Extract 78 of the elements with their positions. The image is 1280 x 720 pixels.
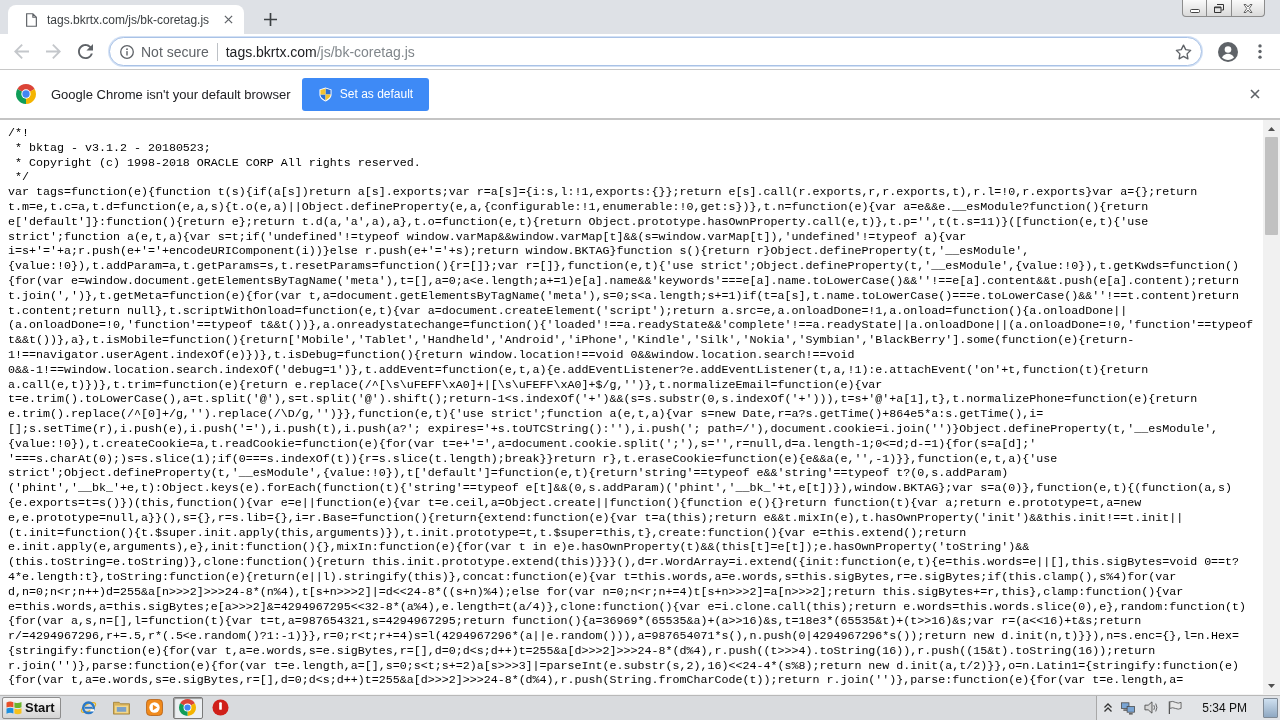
triangle-down-icon — [1268, 683, 1275, 688]
code-line: var tags=function(e){function t(s){if(a[s])return a[s].exports;var r=a[s]={i:s,l:!1,exports:{}};return e[s].call(r.exports,r,r.exports,t),r.l=!0,r.exports}var a={};return — [8, 185, 1198, 200]
code-line: e,e.prototype=null,a}}(),s={},r=s.lib={},i=r.Base=function(){return{extend:function(e){var t=a(this);return e&&t.mixIn(e),t.hasOwnProperty('init')&&this.init!==t.init|| — [8, 510, 1184, 526]
close-icon — [1250, 89, 1260, 99]
minimize-button[interactable] — [1182, 0, 1207, 17]
restore-button[interactable] — [1207, 0, 1232, 17]
code-line: e.init.apply(e,arguments),e},init:function(){},mixIn:function(e){for(var t in e)e.hasOwnProperty(t)&&(this[t]=e[t]);e.hasOwnProperty('toString')&& — [8, 540, 1030, 556]
code-line: 1!==navigator.userAgent.indexOf(e)})},t.isDebug=function(){return window.location!==void 0&&window.location.search!==void — [8, 347, 855, 363]
code-line: t.m=e,t.c=a,t.d=function(e,a,s){t.o(e,a)||Object.defineProperty(e,a,{configurable:!1,enumerable:!0,get:s})},t.n=function(e){var a=e&&e.__esModule?function(){return — [8, 200, 1149, 215]
triangle-up-icon — [1268, 126, 1275, 131]
code-line: * Copyright (c) 1998-2018 ORACLE CORP All rights reserved. — [14, 155, 421, 171]
code-line: t.join(',')},t.getMeta=function(e){for(var t,a=document.getElementsByTagName('meta'),s=0;s<a.length;s+=1)if(t=a[s],t.name.toLowerCase()===e.toLowerCase()&&''!==t.content)return — [8, 288, 1240, 304]
scrollbar-thumb[interactable] — [1265, 137, 1278, 235]
code-line: t&&t())},a},t.isMobile=function(){return['Mobile','Tablet','Handheld','Android','iPhone','Kindle','Silk','Nokia','Symbian','BlackBerry'].some(function(e){return- — [8, 333, 1135, 348]
code-line: i=s+'='+a;r.push(e+'='+encodeURIComponent(i))}else r.push(e+'='+s);return window.BKTAG}function s(){return r}Object.defineProperty(t,'__esModule', — [8, 244, 1030, 260]
account-icon — [1218, 41, 1238, 62]
arrow-right-icon — [45, 44, 61, 59]
infobar-message: Google Chrome isn't your default browser — [51, 86, 291, 102]
code-line: r/=4294967296,r+=.5,r*(.5<e.random()?1:-1)}},r=0;r<t;r+=4)s=l(4294967296*(a||e.random())),a=987654071*s(),n.push(0|4294967296*s());return new d.init(n,t)}}),n=s.enc={},l=n.Hex= — [8, 629, 1240, 644]
browser-tab[interactable]: tags.bkrtx.com/js/bk-coretag.js — [8, 5, 244, 34]
close-icon — [223, 15, 233, 24]
code-line: e['default']}:function(){return e};return t.d(a,'a',a),a},t.o=function(e,t){return Object.prototype.hasOwnProperty.call(e,t)},t.p='',t(t.s=11)}([function(e,t){'use — [8, 214, 1149, 230]
browser-e-icon — [80, 699, 98, 716]
code-line: {stringify:function(e){for(var t,a=e.words,s=e.sigBytes,r=[],d=0;d<s;d++)t=255&a[d>>>2]>>>24-8*(d%4),r.push((t>>>4).toString(16)),r.push((15&t).toString(16));return — [8, 643, 1156, 659]
taskbar-app-button[interactable] — [172, 696, 203, 719]
site-info-button[interactable]: Not secure — [118, 39, 211, 64]
media-player-icon — [146, 699, 164, 716]
flag-icon[interactable] — [1167, 700, 1183, 715]
reload-icon — [77, 44, 93, 59]
shield-icon — [318, 86, 332, 102]
code-line: {for(var t,a=e.words,s=e.sigBytes,r=[],d=0;d<s;d++)t=255&a[d>>>2]>>>24-8*(d%4),r.push(String.fromCharCode(t));return r.join('')},parse:function(e){for(var t=e.length,a= — [8, 673, 1184, 689]
code-line: {value:!0}),t.createCookie=a,t.readCookie=function(e){for(var t=e+'=',a=document.cookie.split(';'),s='',r=null,d=a.length-1;0<=d;d-=1){for(s=a[d];' — [8, 436, 1037, 452]
info-icon — [120, 44, 134, 59]
exclamation-circle-icon — [212, 699, 230, 716]
code-line: {e.exports=t=s()})(this,function(){var e=e||function(e){var t=e.ceil,a=Object.create||function(){function e(){}return function(t){var a;return e.prototype=t,a=new — [8, 495, 1142, 511]
url-text: tags.bkrtx.com/js/bk-coretag.js — [225, 43, 415, 60]
speaker-icon[interactable] — [1144, 700, 1160, 715]
code-line: 4*e.length:t},toString:function(e){return(e||l).stringify(this)},concat:function(e){var t=this.words,a=e.words,s=this.sigBytes,r=e.sigBytes;if(this.clamp(),s%4)for(var — [8, 569, 1177, 585]
code-line: 0&&-1!==window.location.search.indexOf('debug=1')},t.addEvent=function(e,t,a){e.addEventListener?e.addEventListener(t,a,!1):e.attachEvent('on'+t,function(t){return — [8, 362, 1149, 378]
arrow-left-icon — [13, 44, 29, 59]
chevron-up-icon — [1104, 703, 1113, 712]
code-line: '===s.charAt(0);)s=s.slice(1);if(0===s.indexOf(t)){r=s.slice(t.length);break}}return r},t.eraseCookie=function(e){e&&a(e,'',-1)}},function(e,t,a){'use — [8, 451, 1058, 467]
code-line: e.trim().replace(/^[0]+/g,'').replace(/\D/g,'')}},function(e,t){'use strict';function a(e,t,a){var s=new Date,r=a?s.getTime()+864e5*a:s.getTime(),i= — [8, 407, 1044, 422]
code-line: {for(var a,s,n=[],l=function(t){var t=t,a=987654321,s=4294967295;return function(){a=36969*(65535&a)+(a>>16)&s,t=18e3*(65535&t)+(t>>16)&s;var r=(a<<16)+t&s;return — [8, 614, 1142, 630]
code-line: strict';function a(e,t,a){var s=t;if('undefined'!=typeof window.varMap&&window.varMap[t]&&(s=window.varMap[t]),'undefined'!=typeof a){var — [8, 229, 967, 245]
code-line: a.call(e,t)})},t.trim=function(e){return e.replace(/^[\s\uFEFF\xA0]+|[\s\uFEFF\xA0]+$/g,'')},t.normalizeEmail=function(e){var — [8, 377, 883, 393]
network-icon[interactable] — [1121, 700, 1137, 715]
minimize-icon — [1189, 8, 1200, 13]
restore-icon — [1214, 3, 1224, 13]
start-button[interactable]: Start — [2, 696, 61, 719]
code-line: {value:!0}),t.addParam=a,t.getParams=s,t.resetParams=function(){r=[]};var r=[]},function(e,t){'use strict';Object.defineProperty(t,'__esModule',{value:!0}),t.getKwds=function() — [8, 259, 1240, 274]
code-line: d,n=0;n<r;n++)d=255&a[n>>>2]>>>24-8*(n%4),t[s+n>>>2]|=d<<24-8*((s+n)%4);else for(var n=0;n<r;n+=4)t[s+n>>>2]=a[n>>>2];return this.sigBytes+=r,this},clamp:function(){var — [8, 584, 1184, 600]
folder-icon — [113, 699, 131, 716]
code-line: [];s.setTime(r),i.push(e),i.push('='),i.push(t),i.push(a?'; expires='+s.toUTCString():''),i.push('; path=/'),document.cookie=i.join('')}Object.defineProperty(t,'__esModule', — [8, 421, 1219, 437]
menu-icon — [1258, 44, 1262, 59]
code-line: {for(var e=window.document.getElementsByTagName('meta'),t=[],a=0;a<e.length;a+=1)e[a].name&&'keywords'===e[a].name.toLowerCase()&&''!==e[a].content&&t.push(e[a].content);return — [8, 273, 1240, 289]
code-line: */ — [14, 170, 29, 186]
close-button[interactable] — [1232, 0, 1265, 17]
code-line: (this.toString=e.toString)},clone:function(){return this.init.prototype.extend(this)}}}(),d=r.WordArray=i.extend({init:function(e,t){e=this.words=e||[],this.sigBytes=void 0==t? — [8, 555, 1240, 570]
code-line: t.content;return null},t.scriptWithOnload=function(e,t){var a=document.createElement('script');return a.src=e,a.onloadDone=!1,a.onload=function(){a.onloadDone|| — [8, 303, 1128, 319]
code-line: t=e.trim().toLowerCase(),a=t.split('@'),s=t.split('@').shift();return-1<s.indexOf('+')&&(s=s.substr(0,s.indexOf('+'))),t=s+'@'+a[1],t},t.normalizePhone=function(e){return — [8, 392, 1198, 408]
chrome-logo-icon — [179, 699, 197, 716]
code-line: (a.onloadDone=!0,'function'==typeof t&&t())},a.onreadystatechange=function(){'loaded'!==a.readyState&&'complete'!==a.readyState||a.onloadDone||(a.onloadDone=!0,'function'==typeof — [8, 318, 1254, 334]
document-icon — [26, 12, 37, 27]
code-line: r.join('')},parse:function(e){for(var t=e.length,a=[],s=0;s<t;s+=2)a[s>>>3]|=parseInt(e.substr(s,2),16)<<24-4*(s%8);return new d.init(a,t/2)}},o=n.Latin1={stringify:function(e) — [8, 658, 1240, 674]
code-line: e=this.words,a=this.sigBytes;e[a>>>2]&=4294967295<<32-8*(a%4),e.length=t(a/4)},clone:function(){var e=i.clone.call(this);return e.words=this.words.slice(0),e},random:function(t) — [8, 599, 1247, 615]
windows-logo-icon — [6, 699, 22, 716]
plus-icon — [263, 12, 277, 26]
code-line: ('phint','__bk_'+e,t):Object.keys(e).forEach(function(t){'string'==typeof e[t]&&(0,s.addParam)('phint','__bk_'+t,e[t])}),window.BKTAG};var s=a(0)},function(e,t){(function(a,s) — [8, 481, 1233, 496]
clock-text[interactable]: 5:34 PM — [1202, 700, 1247, 715]
star-icon — [1174, 43, 1192, 60]
code-line: * bktag - v3.1.2 - 20180523; — [14, 140, 211, 156]
code-line: /*! — [8, 126, 29, 141]
chrome-logo-icon — [16, 84, 36, 104]
close-icon — [1243, 3, 1253, 13]
code-line: strict';Object.defineProperty(t,'__esModule',{value:!0}),t['default']=function(e,t){return'string'==typeof e&&'string'==typeof t?(0,s.addParam) — [8, 466, 1009, 482]
address-bar[interactable]: Not secure tags.bkrtx.com/js/bk-coretag.js — [109, 37, 1202, 66]
code-line: (t.init=function(){t.$super.init.apply(this,arguments)}),t.init.prototype=t,t.$super=this,t},create:function(){var e=this.extend();return — [8, 525, 967, 541]
